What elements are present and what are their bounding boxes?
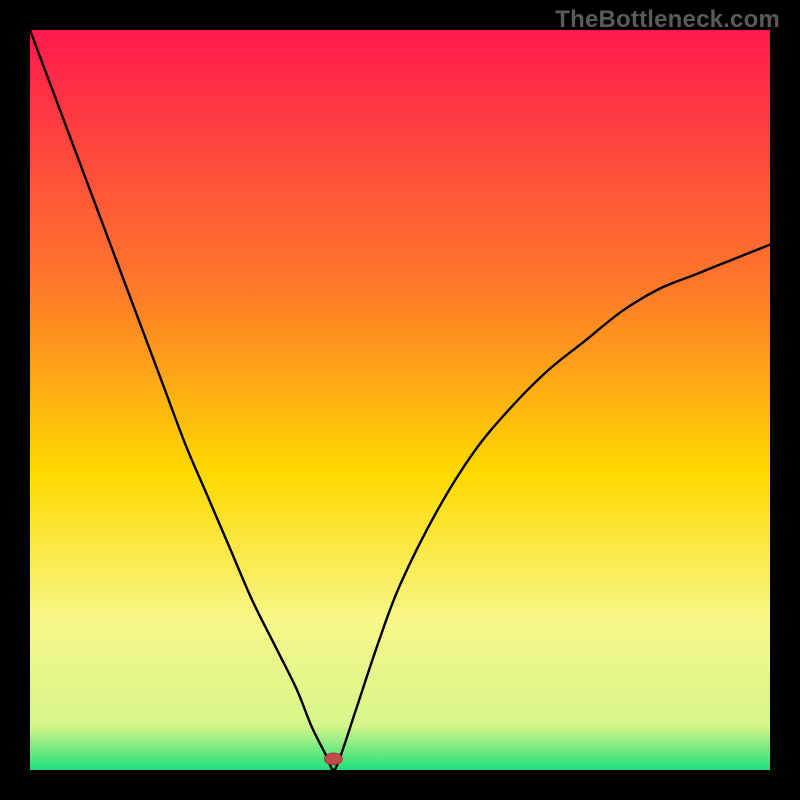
bottleneck-chart [30,30,770,770]
gradient-background [30,30,770,770]
watermark-text: TheBottleneck.com [555,6,780,34]
chart-frame: TheBottleneck.com [0,0,800,800]
optimum-marker [324,753,342,765]
